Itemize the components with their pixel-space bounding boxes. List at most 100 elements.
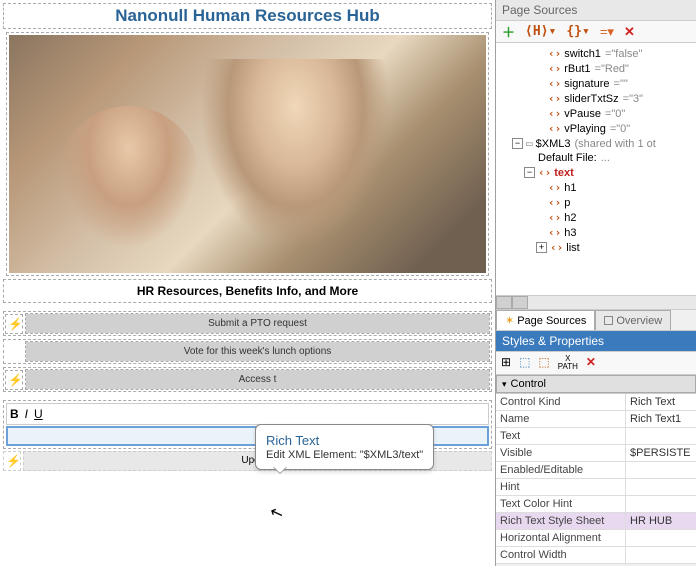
star-icon: ✶ [505,314,514,327]
link-row-0: ⚡ Submit a PTO request [5,313,490,334]
source-tree[interactable]: ‹›switch1="false"‹›rBut1="Red"‹›signatur… [496,43,696,295]
element-icon: ‹› [548,47,561,60]
link-row-2: ⚡ Access t [5,369,490,390]
title-cell: Nanonull Human Resources Hub [3,3,492,29]
delete-style-icon[interactable]: ✕ [586,355,596,371]
bolt-icon: ⚡ [6,454,21,468]
tree-row[interactable]: ‹›sliderTxtSz="3" [498,91,694,106]
element-icon[interactable]: {}▾ [566,24,589,39]
tree-row[interactable]: ‹›signature="" [498,76,694,91]
checkbox-icon [604,316,613,325]
bold-button[interactable]: B [10,407,19,421]
tree-label: h3 [564,227,576,239]
tree-row[interactable]: −‹›text [498,165,694,180]
tree-row[interactable]: +‹›list [498,240,694,255]
property-value[interactable] [626,479,696,495]
element-icon: ‹› [548,107,561,120]
property-value[interactable] [626,428,696,444]
control-section-header[interactable]: ▾ Control [496,375,696,393]
property-value[interactable]: Rich Text1 [626,411,696,427]
property-value[interactable] [626,462,696,478]
property-name: Text Color Hint [496,496,626,512]
property-row[interactable]: Control KindRich Text [496,394,696,411]
italic-button[interactable]: I [25,407,28,421]
tree-row[interactable]: −▭$XML3(shared with 1 ot [498,136,694,151]
tree-row[interactable]: ‹›vPlaying="0" [498,121,694,136]
tooltip: Rich Text Edit XML Element: "$XML3/text" [255,424,434,470]
doc-icon: ▭ [526,137,533,150]
page-sources-title: Page Sources [496,0,696,21]
property-name: Hint [496,479,626,495]
collapse-icon[interactable]: ▾ [502,379,507,390]
styles-title: Styles & Properties [496,331,696,352]
element-icon: ‹› [548,196,561,209]
property-value[interactable] [626,547,696,563]
page-sources-toolbar: ＋ ⟨H⟩▾ {}▾ =▾ ✕ [496,21,696,43]
property-row[interactable]: Enabled/Editable [496,462,696,479]
subtitle-text: HR Resources, Benefits Info, and More [137,284,358,298]
tab-page-sources[interactable]: ✶ Page Sources [496,310,595,330]
property-row[interactable]: Rich Text Style SheetHR HUB [496,513,696,530]
tree-value: ="3" [623,93,643,105]
tree-row[interactable]: ‹›h1 [498,180,694,195]
tree-label: list [566,242,579,254]
tree-row[interactable]: ‹›vPause="0" [498,106,694,121]
property-row[interactable]: Text [496,428,696,445]
property-name: Control Kind [496,394,626,410]
element-icon: ‹› [548,211,561,224]
tree-row[interactable]: ‹›h3 [498,225,694,240]
add-icon[interactable]: ＋ [502,22,515,41]
link-row-1: ⚡ Vote for this week's lunch options [5,341,490,362]
delete-icon[interactable]: ✕ [624,24,635,40]
tree-label: $XML3 [536,138,571,150]
property-name: Rich Text Style Sheet [496,513,626,529]
property-value[interactable] [626,530,696,546]
xpath-icon[interactable]: XPATH [558,355,578,371]
property-grid[interactable]: Control KindRich TextNameRich Text1TextV… [496,393,696,564]
property-row[interactable]: Hint [496,479,696,496]
tab-overview[interactable]: Overview [595,310,671,330]
tree-value: ="Red" [595,63,629,75]
tree-row[interactable]: ‹›switch1="false" [498,46,694,61]
property-row[interactable]: Control Width [496,547,696,564]
tree-icon[interactable]: ⊞ [501,355,511,371]
tree-row[interactable]: ‹›rBut1="Red" [498,61,694,76]
property-row[interactable]: NameRich Text1 [496,411,696,428]
tree-expander-icon[interactable]: + [536,242,547,253]
property-name: Visible [496,445,626,461]
attr-icon[interactable]: =▾ [600,24,614,40]
property-value[interactable] [626,496,696,512]
tooltip-desc: Edit XML Element: "$XML3/text" [266,449,423,461]
tree-label: vPause [564,108,601,120]
style-icon-2[interactable]: ⬚ [538,355,549,371]
underline-button[interactable]: U [34,407,43,421]
styles-toolbar: ⊞ ⬚ ⬚ XPATH ✕ [496,352,696,375]
property-row[interactable]: Visible$PERSISTE [496,445,696,462]
style-icon-1[interactable]: ⬚ [519,355,530,371]
link-button-access[interactable]: Access t [26,370,489,389]
xml-icon[interactable]: ⟨H⟩▾ [525,24,556,39]
page-title: Nanonull Human Resources Hub [115,6,379,25]
horizontal-scrollbar[interactable] [496,295,696,309]
property-name: Control Width [496,547,626,563]
property-row[interactable]: Horizontal Alignment [496,530,696,547]
tree-value: ="" [614,78,628,90]
property-value[interactable]: $PERSISTE [626,445,696,461]
element-icon: ‹› [550,241,563,254]
tree-row[interactable]: ‹›p [498,195,694,210]
property-value[interactable]: HR HUB [626,513,696,529]
tree-row[interactable]: ‹›h2 [498,210,694,225]
tree-label: sliderTxtSz [564,93,618,105]
tooltip-title: Rich Text [266,433,423,448]
property-name: Enabled/Editable [496,462,626,478]
tree-value: ... [601,152,610,164]
element-icon: ‹› [548,122,561,135]
link-button-pto[interactable]: Submit a PTO request [26,314,489,333]
tree-expander-icon[interactable]: − [512,138,523,149]
property-row[interactable]: Text Color Hint [496,496,696,513]
property-value[interactable]: Rich Text [626,394,696,410]
tree-expander-icon[interactable]: − [524,167,535,178]
link-button-lunch[interactable]: Vote for this week's lunch options [26,342,489,361]
element-icon: ‹› [548,226,561,239]
tree-row[interactable]: Default File:... [498,151,694,165]
